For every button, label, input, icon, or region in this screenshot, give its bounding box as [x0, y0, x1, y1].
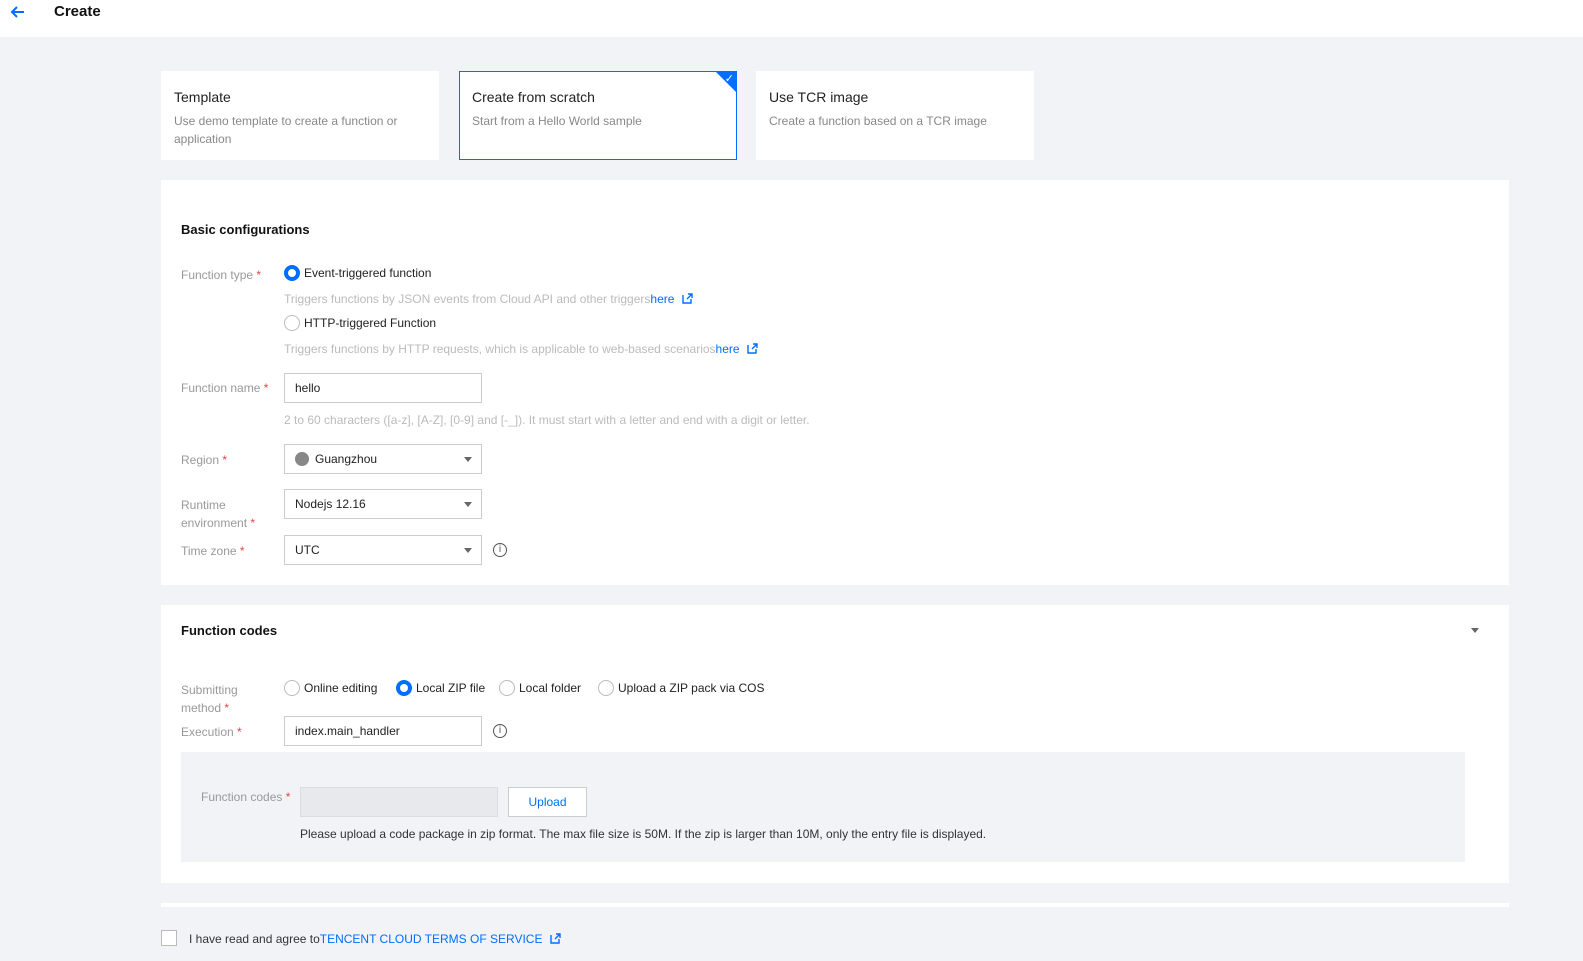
radio-dot [499, 680, 515, 696]
globe-icon [295, 452, 309, 466]
radio-dot [284, 315, 300, 331]
terms-checkbox[interactable] [161, 930, 177, 946]
external-link-icon[interactable] [682, 293, 693, 304]
radio-dot [396, 680, 412, 696]
back-arrow-icon[interactable] [8, 2, 28, 22]
radio-http-triggered[interactable]: HTTP-triggered Function [284, 315, 436, 331]
function-name-input[interactable]: hello [284, 373, 482, 403]
function-type-label: Function type * [181, 268, 262, 282]
function-codes-label: Function codes * [201, 790, 291, 804]
chevron-down-icon [464, 502, 472, 507]
top-bar: Create [0, 0, 1583, 37]
info-icon[interactable]: i [493, 543, 507, 557]
card-title: Use TCR image [769, 89, 869, 105]
basic-config-panel: Basic configurations Function type * Eve… [161, 180, 1509, 585]
event-hint: Triggers functions by JSON events from C… [284, 292, 693, 306]
card-use-tcr-image[interactable]: Use TCR image Create a function based on… [756, 71, 1034, 160]
radio-label: Event-triggered function [304, 266, 432, 280]
runtime-value: Nodejs 12.16 [295, 497, 366, 511]
collapse-caret-icon[interactable] [1471, 628, 1479, 633]
card-desc: Create a function based on a TCR image [769, 114, 987, 128]
execution-input[interactable]: index.main_handler [284, 716, 482, 746]
section-title: Basic configurations [181, 222, 310, 237]
here-link[interactable]: here [650, 292, 674, 306]
file-path-input[interactable] [300, 787, 498, 817]
radio-label: HTTP-triggered Function [304, 316, 437, 330]
function-name-hint: 2 to 60 characters ([a-z], [A-Z], [0-9] … [284, 413, 810, 427]
submit-method-label: Submitting method * [181, 683, 238, 715]
check-icon: ✓ [724, 72, 734, 85]
radio-label: Upload a ZIP pack via COS [618, 681, 765, 695]
card-title: Template [174, 89, 231, 105]
timezone-label: Time zone * [181, 544, 245, 558]
region-select[interactable]: Guangzhou [284, 444, 482, 474]
runtime-select[interactable]: Nodejs 12.16 [284, 489, 482, 519]
radio-event-triggered[interactable]: Event-triggered function [284, 265, 431, 281]
runtime-label: Runtime environment * [181, 498, 256, 530]
external-link-icon[interactable] [550, 933, 561, 944]
radio-upload-cos[interactable]: Upload a ZIP pack via COS [598, 680, 765, 696]
timezone-select[interactable]: UTC [284, 535, 482, 565]
page-title: Create [54, 3, 101, 20]
region-label: Region * [181, 453, 228, 467]
radio-local-zip[interactable]: Local ZIP file [396, 680, 485, 696]
terms-text: I have read and agree toTENCENT CLOUD TE… [189, 932, 561, 946]
radio-label: Online editing [304, 681, 378, 695]
radio-dot [284, 265, 300, 281]
upload-button[interactable]: Upload [508, 787, 587, 817]
radio-dot [284, 680, 300, 696]
radio-online-editing[interactable]: Online editing [284, 680, 377, 696]
card-create-from-scratch[interactable]: Create from scratch Start from a Hello W… [459, 71, 737, 160]
http-hint: Triggers functions by HTTP requests, whi… [284, 342, 758, 356]
chevron-down-icon [464, 457, 472, 462]
chevron-down-icon [464, 548, 472, 553]
function-codes-panel: Function codes Submitting method * Onlin… [161, 605, 1509, 883]
external-link-icon[interactable] [747, 343, 758, 354]
radio-dot [598, 680, 614, 696]
card-desc: Start from a Hello World sample [472, 114, 642, 128]
radio-label: Local ZIP file [416, 681, 486, 695]
region-value: Guangzhou [315, 452, 378, 466]
radio-label: Local folder [519, 681, 582, 695]
card-desc: Use demo template to create a function o… [174, 114, 398, 146]
section-title: Function codes [181, 623, 278, 638]
here-link[interactable]: here [716, 342, 740, 356]
execution-label: Execution * [181, 725, 242, 739]
upload-hint: Please upload a code package in zip form… [300, 827, 987, 841]
timezone-value: UTC [295, 543, 320, 557]
upload-area: Function codes * Upload Please upload a … [181, 752, 1465, 862]
terms-link[interactable]: TENCENT CLOUD TERMS OF SERVICE [320, 932, 543, 946]
info-icon[interactable]: i [493, 724, 507, 738]
radio-local-folder[interactable]: Local folder [499, 680, 581, 696]
function-name-label: Function name * [181, 381, 269, 395]
card-template[interactable]: Template Use demo template to create a f… [161, 71, 439, 160]
card-title: Create from scratch [472, 89, 595, 105]
divider-panel [161, 903, 1509, 907]
